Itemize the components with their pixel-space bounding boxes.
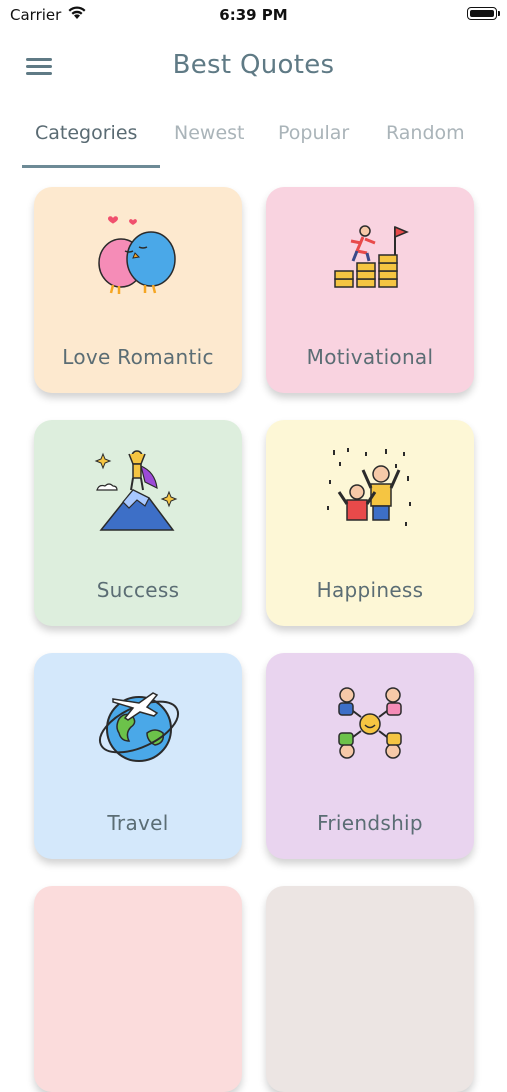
- category-label: Travel: [107, 811, 169, 835]
- friends-circle-icon: [338, 687, 402, 759]
- category-card-motivational[interactable]: Motivational: [266, 187, 474, 393]
- globe-airplane-icon: [99, 692, 179, 762]
- lovebirds-icon: [98, 216, 176, 294]
- mountain-summit-icon: [94, 450, 178, 531]
- app-header: Best Quotes: [0, 40, 507, 96]
- tab-newest[interactable]: Newest: [174, 122, 244, 144]
- category-card-partial[interactable]: [34, 886, 242, 1092]
- celebrating-people-icon: [327, 448, 411, 526]
- category-label: Love Romantic: [62, 345, 214, 369]
- category-card-happiness[interactable]: Happiness: [266, 420, 474, 626]
- category-card-travel[interactable]: Travel: [34, 653, 242, 859]
- tab-random[interactable]: Random: [386, 122, 465, 144]
- climbing-coins-icon: [334, 225, 409, 288]
- category-card-love-romantic[interactable]: Love Romantic: [34, 187, 242, 393]
- clock: 6:39 PM: [219, 6, 288, 24]
- category-label: Success: [96, 578, 180, 602]
- category-label: Motivational: [306, 345, 434, 369]
- tab-categories[interactable]: Categories: [35, 122, 137, 144]
- status-bar: Carrier 6:39 PM: [0, 0, 507, 30]
- battery-icon: [467, 7, 500, 20]
- tab-bar: Categories Newest Popular Random: [0, 110, 507, 168]
- category-label: Happiness: [316, 578, 424, 602]
- page-title: Best Quotes: [172, 50, 335, 80]
- tab-popular[interactable]: Popular: [278, 122, 349, 144]
- category-card-partial[interactable]: [266, 886, 474, 1092]
- category-card-success[interactable]: Success: [34, 420, 242, 626]
- category-label: Friendship: [317, 811, 423, 835]
- category-card-friendship[interactable]: Friendship: [266, 653, 474, 859]
- active-tab-indicator: [22, 165, 160, 168]
